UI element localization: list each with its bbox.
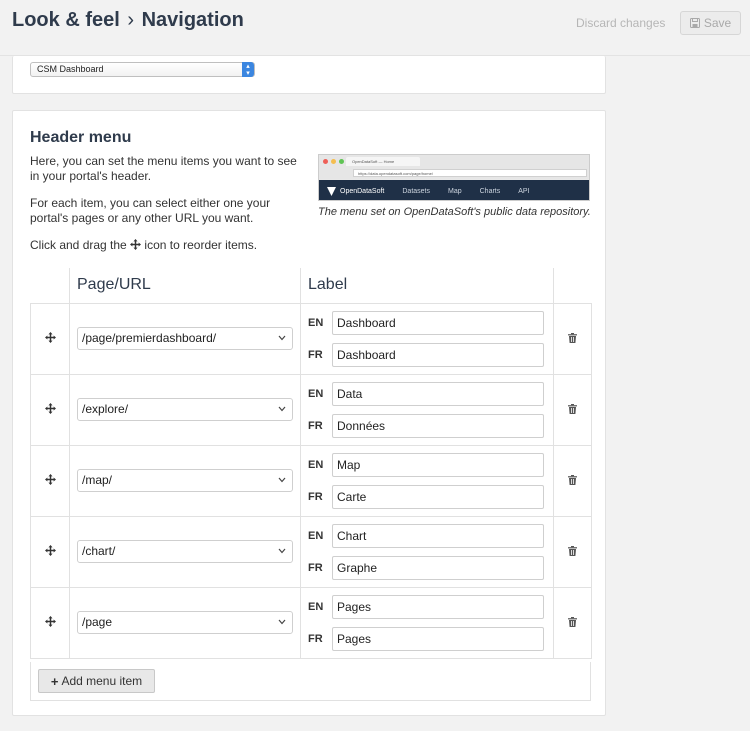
page-url-select[interactable]: /page: [77, 611, 293, 634]
intro-paragraph-1: Here, you can set the menu items you wan…: [30, 154, 297, 183]
table-row: /page/premierdashboard/EN Dashboard FR Dash…: [30, 302, 592, 375]
trash-icon[interactable]: [568, 616, 577, 627]
dashboard-card: CSM Dashboard ▴ ▾: [12, 56, 606, 94]
updown-arrows-icon: ▴ ▾: [242, 62, 254, 77]
delete-cell[interactable]: [553, 444, 592, 517]
lang-code-fr: FR: [308, 348, 323, 361]
column-header-page-url: Page/URL: [69, 268, 301, 303]
trash-icon[interactable]: [568, 332, 577, 343]
lang-code-en: EN: [308, 600, 324, 613]
page-url-value: /page: [82, 615, 113, 629]
plus-icon: +: [50, 673, 59, 689]
trash-icon[interactable]: [568, 545, 577, 556]
table-row: /chart/EN Chart FR Graphe: [30, 515, 592, 588]
lang-code-fr: FR: [308, 561, 323, 574]
preview-browser-bar: OpenDataSoft — Home https://data.opendat…: [319, 155, 589, 179]
page-url-value: /map/: [82, 473, 113, 487]
lang-code-fr: FR: [308, 419, 323, 432]
section-title: Header menu: [30, 129, 132, 146]
add-menu-item-label: Add menu item: [61, 674, 143, 688]
page-url-select[interactable]: /explore/: [77, 398, 293, 421]
table-footer: + Add menu item: [30, 662, 591, 701]
move-icon[interactable]: [44, 331, 56, 343]
delete-cell[interactable]: [553, 373, 592, 446]
drag-handle[interactable]: [30, 373, 70, 446]
menu-items-table: Page/URL Label /page/premierdashboard/EN…: [30, 268, 592, 659]
intro-text: Here, you can set the menu items you wan…: [30, 154, 302, 265]
page-url-value: /page/premierdashboard/: [82, 331, 217, 345]
label-input-fr[interactable]: Dashboard: [332, 342, 544, 367]
page-url-select[interactable]: /map/: [77, 469, 293, 492]
page-url-select[interactable]: /chart/: [77, 540, 293, 563]
drag-handle[interactable]: [30, 444, 70, 517]
chevron-down-icon: [278, 619, 286, 625]
delete-cell[interactable]: [553, 515, 592, 588]
discard-changes-button[interactable]: Discard changes: [576, 16, 665, 30]
intro-paragraph-3: Click and drag the icon to reorder items…: [30, 238, 258, 252]
breadcrumb-current: Navigation: [141, 9, 244, 31]
label-input-fr[interactable]: Pages: [332, 626, 544, 651]
lang-code-fr: FR: [308, 490, 323, 503]
label-input-fr[interactable]: Données: [332, 413, 544, 438]
drag-handle[interactable]: [30, 515, 70, 588]
floppy-disk-icon: [689, 18, 700, 28]
trash-icon[interactable]: [568, 403, 577, 414]
label-input-en[interactable]: Pages: [332, 594, 544, 619]
page-url-value: /explore/: [82, 402, 129, 416]
move-icon[interactable]: [44, 615, 56, 627]
move-icon[interactable]: [44, 544, 56, 556]
move-icon: [130, 239, 142, 250]
breadcrumb-parent[interactable]: Look & feel: [12, 9, 120, 31]
page-title: Look & feel › Navigation: [12, 9, 244, 32]
add-menu-item-button[interactable]: + Add menu item: [38, 669, 155, 693]
lang-code-en: EN: [308, 458, 324, 471]
label-input-fr[interactable]: Carte: [332, 484, 544, 509]
label-input-en[interactable]: Chart: [332, 523, 544, 548]
label-input-en[interactable]: Dashboard: [332, 310, 544, 335]
delete-cell[interactable]: [553, 302, 592, 375]
top-bar: Look & feel › Navigation Discard changes…: [0, 0, 750, 56]
chevron-down-icon: [278, 335, 286, 341]
lang-code-en: EN: [308, 316, 324, 329]
column-header-label: Label: [300, 268, 554, 303]
preview-caption: The menu set on OpenDataSoft's public da…: [318, 206, 591, 218]
table-row: /map/EN Map FR Carte: [30, 444, 592, 517]
dashboard-select[interactable]: CSM Dashboard ▴ ▾: [30, 62, 255, 77]
lang-code-fr: FR: [308, 632, 323, 645]
opendatasoft-logo-icon: [327, 186, 336, 196]
chevron-down-icon: [278, 548, 286, 554]
preview-tab: OpenDataSoft — Home: [346, 157, 420, 166]
header-menu-card: Header menu Here, you can set the menu i…: [12, 110, 606, 716]
save-label: Save: [703, 16, 732, 30]
save-button[interactable]: Save: [680, 11, 741, 35]
table-row: /page EN Pages FR Pages: [30, 586, 592, 659]
lang-code-en: EN: [308, 387, 324, 400]
delete-cell[interactable]: [553, 586, 592, 659]
table-row: /explore/EN Data FR Données: [30, 373, 592, 446]
preview-site-nav: OpenDataSoft Datasets Map Charts API: [319, 180, 589, 200]
chevron-down-icon: [278, 406, 286, 412]
page-url-select[interactable]: /page/premierdashboard/: [77, 327, 293, 350]
preview-url: https://data.opendatasoft.com/page/home/: [353, 169, 587, 177]
label-input-en[interactable]: Data: [332, 381, 544, 406]
chevron-down-icon: [278, 477, 286, 483]
dashboard-select-value: CSM Dashboard: [37, 64, 104, 74]
move-icon[interactable]: [44, 402, 56, 414]
label-input-fr[interactable]: Graphe: [332, 555, 544, 580]
label-input-en[interactable]: Map: [332, 452, 544, 477]
drag-handle[interactable]: [30, 302, 70, 375]
move-icon[interactable]: [44, 473, 56, 485]
intro-paragraph-2: For each item, you can select either one…: [30, 196, 271, 225]
trash-icon[interactable]: [568, 474, 577, 485]
drag-handle[interactable]: [30, 586, 70, 659]
menu-preview-image: OpenDataSoft — Home https://data.opendat…: [318, 154, 590, 201]
breadcrumb-separator: ›: [127, 9, 135, 31]
lang-code-en: EN: [308, 529, 324, 542]
page-url-value: /chart/: [82, 544, 116, 558]
